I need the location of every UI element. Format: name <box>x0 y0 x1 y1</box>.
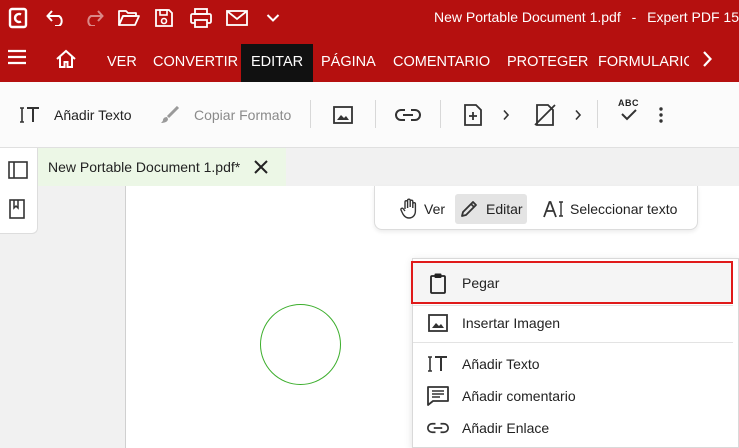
menu-item-add-link-label: Añadir Enlace <box>462 420 550 436</box>
tab-editar[interactable]: EDITAR <box>241 44 314 82</box>
circle-shape[interactable] <box>260 304 341 385</box>
copy-format-label: Copiar Formato <box>194 107 292 123</box>
close-icon[interactable] <box>252 158 270 176</box>
print-icon[interactable] <box>189 6 213 30</box>
remove-page-button[interactable] <box>534 104 556 126</box>
menu-item-paste[interactable]: Pegar <box>411 261 733 304</box>
tab-pagina[interactable]: PÁGINA <box>311 44 386 82</box>
menu-item-insert-image[interactable]: Insertar Imagen <box>413 307 733 339</box>
brush-icon <box>160 106 180 124</box>
link-icon <box>395 108 421 122</box>
mode-toolbar: Ver Editar Seleccionar texto <box>374 186 698 230</box>
mail-icon[interactable] <box>225 6 249 30</box>
text-cursor-icon <box>543 200 565 218</box>
clipboard-icon <box>427 272 449 294</box>
chevron-right-icon <box>502 109 510 121</box>
menu-item-paste-label: Pegar <box>462 274 500 291</box>
app-logo-icon[interactable] <box>6 6 30 30</box>
ribbon-tabs: VER CONVERTIR EDITAR PÁGINA COMENTARIO P… <box>0 36 739 82</box>
panel-toggle-icon[interactable] <box>8 161 30 183</box>
spell-check-icon <box>619 108 639 122</box>
document-title: New Portable Document 1.pdf <box>433 9 621 25</box>
save-icon[interactable] <box>152 6 176 30</box>
open-folder-icon[interactable] <box>117 6 141 30</box>
chevron-down-icon[interactable] <box>261 6 285 30</box>
title-bar: New Portable Document 1.pdf - Expert PDF… <box>0 0 739 36</box>
select-text-button[interactable]: Seleccionar texto <box>539 194 681 224</box>
title-separator: - <box>631 9 637 25</box>
link-icon <box>427 417 449 439</box>
toolbar-divider <box>310 100 311 128</box>
add-text-label: Añadir Texto <box>54 107 132 123</box>
context-menu: Pegar Insertar Imagen Añadir Texto Añadi… <box>411 258 739 448</box>
window-title: New Portable Document 1.pdf - Expert PDF… <box>434 9 739 25</box>
image-icon <box>427 312 449 334</box>
pencil-icon <box>459 199 479 219</box>
add-text-icon <box>20 106 40 124</box>
undo-icon[interactable] <box>45 6 69 30</box>
more-vertical-icon <box>657 106 665 124</box>
add-text-icon <box>427 353 449 375</box>
spell-check-label: ABC <box>618 98 639 108</box>
app-name: Expert PDF 15 <box>647 9 739 25</box>
menu-item-add-comment-label: Añadir comentario <box>462 388 576 404</box>
edit-toolbar: Añadir Texto Copiar Formato ABC <box>0 82 739 148</box>
toolbar-divider <box>440 100 441 128</box>
add-page-button[interactable] <box>464 104 482 126</box>
spell-check-button[interactable]: ABC <box>618 98 639 128</box>
tab-proteger[interactable]: PROTEGER <box>497 44 598 82</box>
select-text-label: Seleccionar texto <box>570 201 678 217</box>
menu-item-add-text-label: Añadir Texto <box>462 356 540 372</box>
document-tab-label: New Portable Document 1.pdf* <box>48 159 241 175</box>
insert-image-button[interactable] <box>333 104 353 126</box>
more-options-button[interactable] <box>657 104 665 126</box>
side-panel-rail <box>0 148 38 234</box>
menu-item-add-text[interactable]: Añadir Texto <box>413 348 733 380</box>
view-mode-button[interactable]: Ver <box>395 194 449 224</box>
document-tab[interactable]: New Portable Document 1.pdf* <box>38 148 286 186</box>
hamburger-menu-icon[interactable] <box>6 47 30 71</box>
tab-comentario[interactable]: COMENTARIO <box>383 44 500 82</box>
insert-link-button[interactable] <box>395 104 421 126</box>
menu-divider <box>413 305 733 306</box>
redo-icon <box>81 6 105 30</box>
tab-formulario[interactable]: FORMULARIO <box>588 44 689 82</box>
edit-mode-label: Editar <box>486 201 523 217</box>
home-icon[interactable] <box>55 49 79 71</box>
image-icon <box>333 106 353 124</box>
toolbar-divider <box>375 100 376 128</box>
chevron-right-icon <box>574 109 582 121</box>
chevron-right-icon[interactable] <box>701 50 715 70</box>
add-page-expand-button[interactable] <box>502 104 510 126</box>
menu-item-add-link[interactable]: Añadir Enlace <box>413 412 733 444</box>
document-slash-icon <box>534 104 556 126</box>
menu-item-insert-image-label: Insertar Imagen <box>462 315 561 331</box>
view-mode-label: Ver <box>424 201 446 217</box>
toolbar-divider <box>597 100 598 128</box>
menu-item-add-comment[interactable]: Añadir comentario <box>413 380 733 412</box>
comment-icon <box>427 385 449 407</box>
add-text-button[interactable]: Añadir Texto <box>20 104 132 126</box>
edit-mode-button[interactable]: Editar <box>455 194 527 224</box>
add-document-icon <box>464 104 482 126</box>
tab-convertir[interactable]: CONVERTIR <box>143 44 248 82</box>
tab-ver[interactable]: VER <box>97 44 147 82</box>
hand-icon <box>399 198 419 220</box>
copy-format-button[interactable]: Copiar Formato <box>160 104 291 126</box>
bookmark-icon[interactable] <box>8 199 30 221</box>
remove-page-expand-button[interactable] <box>574 104 582 126</box>
menu-divider <box>413 342 733 343</box>
